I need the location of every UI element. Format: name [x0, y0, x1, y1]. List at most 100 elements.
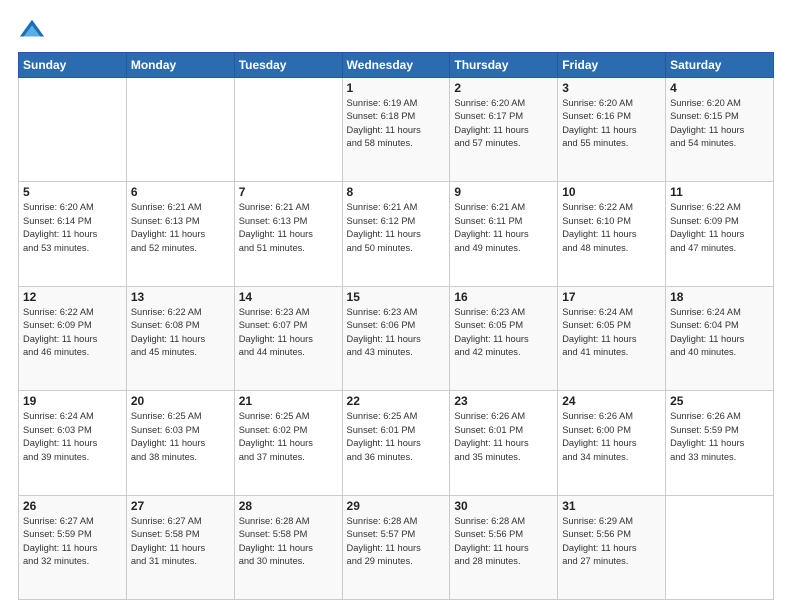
calendar-cell: 12 Sunrise: 6:22 AM Sunset: 6:09 PM Dayli… — [19, 286, 127, 390]
calendar-cell: 28 Sunrise: 6:28 AM Sunset: 5:58 PM Dayli… — [234, 495, 342, 599]
day-number: 16 — [454, 290, 553, 304]
calendar-week-row: 26 Sunrise: 6:27 AM Sunset: 5:59 PM Dayli… — [19, 495, 774, 599]
calendar-cell — [126, 78, 234, 182]
day-info: Sunrise: 6:20 AM Sunset: 6:17 PM Dayligh… — [454, 97, 553, 151]
day-info: Sunrise: 6:23 AM Sunset: 6:05 PM Dayligh… — [454, 306, 553, 360]
day-info: Sunrise: 6:23 AM Sunset: 6:06 PM Dayligh… — [347, 306, 446, 360]
day-info: Sunrise: 6:21 AM Sunset: 6:11 PM Dayligh… — [454, 201, 553, 255]
day-number: 10 — [562, 185, 661, 199]
day-info: Sunrise: 6:26 AM Sunset: 6:00 PM Dayligh… — [562, 410, 661, 464]
day-number: 23 — [454, 394, 553, 408]
day-info: Sunrise: 6:25 AM Sunset: 6:03 PM Dayligh… — [131, 410, 230, 464]
day-number: 12 — [23, 290, 122, 304]
calendar-cell — [234, 78, 342, 182]
day-number: 18 — [670, 290, 769, 304]
calendar-cell: 21Sunrise: 6:25 AM Sunset: 6:02 PM Dayli… — [234, 391, 342, 495]
calendar-table: SundayMondayTuesdayWednesdayThursdayFrid… — [18, 52, 774, 600]
day-info: Sunrise: 6:20 AM Sunset: 6:14 PM Dayligh… — [23, 201, 122, 255]
day-number: 4 — [670, 81, 769, 95]
calendar-week-row: 5 Sunrise: 6:20 AM Sunset: 6:14 PM Daylig… — [19, 182, 774, 286]
day-info: Sunrise: 6:20 AM Sunset: 6:15 PM Dayligh… — [670, 97, 769, 151]
day-info: Sunrise: 6:21 AM Sunset: 6:13 PM Dayligh… — [239, 201, 338, 255]
day-number: 1 — [347, 81, 446, 95]
weekday-header: Thursday — [450, 53, 558, 78]
day-number: 25 — [670, 394, 769, 408]
calendar-cell: 19 Sunrise: 6:24 AM Sunset: 6:03 PM Dayli… — [19, 391, 127, 495]
day-info: Sunrise: 6:25 AM Sunset: 6:01 PM Dayligh… — [347, 410, 446, 464]
day-info: Sunrise: 6:20 AM Sunset: 6:16 PM Dayligh… — [562, 97, 661, 151]
calendar-cell: 26 Sunrise: 6:27 AM Sunset: 5:59 PM Dayli… — [19, 495, 127, 599]
calendar-cell: 10 Sunrise: 6:22 AM Sunset: 6:10 PM Dayli… — [558, 182, 666, 286]
calendar-cell: 30Sunrise: 6:28 AM Sunset: 5:56 PM Dayli… — [450, 495, 558, 599]
calendar-cell: 2 Sunrise: 6:20 AM Sunset: 6:17 PM Daylig… — [450, 78, 558, 182]
header — [18, 16, 774, 44]
day-number: 22 — [347, 394, 446, 408]
day-number: 14 — [239, 290, 338, 304]
day-info: Sunrise: 6:22 AM Sunset: 6:10 PM Dayligh… — [562, 201, 661, 255]
day-info: Sunrise: 6:22 AM Sunset: 6:09 PM Dayligh… — [23, 306, 122, 360]
weekday-header: Monday — [126, 53, 234, 78]
day-info: Sunrise: 6:28 AM Sunset: 5:57 PM Dayligh… — [347, 515, 446, 569]
calendar-cell: 4 Sunrise: 6:20 AM Sunset: 6:15 PM Daylig… — [666, 78, 774, 182]
weekday-header: Saturday — [666, 53, 774, 78]
calendar-cell: 3 Sunrise: 6:20 AM Sunset: 6:16 PM Daylig… — [558, 78, 666, 182]
calendar-cell: 18 Sunrise: 6:24 AM Sunset: 6:04 PM Dayli… — [666, 286, 774, 390]
calendar-cell: 14 Sunrise: 6:23 AM Sunset: 6:07 PM Dayli… — [234, 286, 342, 390]
day-number: 29 — [347, 499, 446, 513]
day-number: 13 — [131, 290, 230, 304]
calendar-cell: 15 Sunrise: 6:23 AM Sunset: 6:06 PM Dayli… — [342, 286, 450, 390]
calendar-cell: 6 Sunrise: 6:21 AM Sunset: 6:13 PM Daylig… — [126, 182, 234, 286]
day-info: Sunrise: 6:22 AM Sunset: 6:09 PM Dayligh… — [670, 201, 769, 255]
day-number: 5 — [23, 185, 122, 199]
day-info: Sunrise: 6:23 AM Sunset: 6:07 PM Dayligh… — [239, 306, 338, 360]
calendar-cell: 13Sunrise: 6:22 AM Sunset: 6:08 PM Dayli… — [126, 286, 234, 390]
calendar-cell: 31 Sunrise: 6:29 AM Sunset: 5:56 PM Dayli… — [558, 495, 666, 599]
day-info: Sunrise: 6:19 AM Sunset: 6:18 PM Dayligh… — [347, 97, 446, 151]
day-number: 17 — [562, 290, 661, 304]
day-number: 2 — [454, 81, 553, 95]
day-number: 15 — [347, 290, 446, 304]
day-info: Sunrise: 6:27 AM Sunset: 5:58 PM Dayligh… — [131, 515, 230, 569]
calendar-cell: 27 Sunrise: 6:27 AM Sunset: 5:58 PM Dayli… — [126, 495, 234, 599]
day-number: 6 — [131, 185, 230, 199]
calendar-cell — [666, 495, 774, 599]
day-info: Sunrise: 6:27 AM Sunset: 5:59 PM Dayligh… — [23, 515, 122, 569]
day-info: Sunrise: 6:28 AM Sunset: 5:58 PM Dayligh… — [239, 515, 338, 569]
day-info: Sunrise: 6:26 AM Sunset: 5:59 PM Dayligh… — [670, 410, 769, 464]
weekday-header: Sunday — [19, 53, 127, 78]
day-number: 8 — [347, 185, 446, 199]
weekday-header: Tuesday — [234, 53, 342, 78]
day-number: 3 — [562, 81, 661, 95]
day-number: 27 — [131, 499, 230, 513]
calendar-week-row: 19 Sunrise: 6:24 AM Sunset: 6:03 PM Dayli… — [19, 391, 774, 495]
day-number: 11 — [670, 185, 769, 199]
weekday-header: Wednesday — [342, 53, 450, 78]
day-info: Sunrise: 6:21 AM Sunset: 6:12 PM Dayligh… — [347, 201, 446, 255]
logo — [18, 16, 48, 44]
calendar-cell: 22 Sunrise: 6:25 AM Sunset: 6:01 PM Dayli… — [342, 391, 450, 495]
calendar-cell: 25 Sunrise: 6:26 AM Sunset: 5:59 PM Dayli… — [666, 391, 774, 495]
day-info: Sunrise: 6:21 AM Sunset: 6:13 PM Dayligh… — [131, 201, 230, 255]
calendar-week-row: 12 Sunrise: 6:22 AM Sunset: 6:09 PM Dayli… — [19, 286, 774, 390]
calendar-cell: 11 Sunrise: 6:22 AM Sunset: 6:09 PM Dayli… — [666, 182, 774, 286]
day-info: Sunrise: 6:24 AM Sunset: 6:05 PM Dayligh… — [562, 306, 661, 360]
weekday-header: Friday — [558, 53, 666, 78]
calendar-cell: 29 Sunrise: 6:28 AM Sunset: 5:57 PM Dayli… — [342, 495, 450, 599]
calendar-week-row: 1 Sunrise: 6:19 AM Sunset: 6:18 PM Daylig… — [19, 78, 774, 182]
day-info: Sunrise: 6:26 AM Sunset: 6:01 PM Dayligh… — [454, 410, 553, 464]
day-info: Sunrise: 6:29 AM Sunset: 5:56 PM Dayligh… — [562, 515, 661, 569]
calendar-cell: 16 Sunrise: 6:23 AM Sunset: 6:05 PM Dayli… — [450, 286, 558, 390]
calendar-cell: 20 Sunrise: 6:25 AM Sunset: 6:03 PM Dayli… — [126, 391, 234, 495]
day-number: 31 — [562, 499, 661, 513]
day-number: 28 — [239, 499, 338, 513]
calendar-cell: 17 Sunrise: 6:24 AM Sunset: 6:05 PM Dayli… — [558, 286, 666, 390]
day-number: 24 — [562, 394, 661, 408]
day-info: Sunrise: 6:24 AM Sunset: 6:04 PM Dayligh… — [670, 306, 769, 360]
calendar-cell: 7Sunrise: 6:21 AM Sunset: 6:13 PM Daylig… — [234, 182, 342, 286]
calendar-cell: 9Sunrise: 6:21 AM Sunset: 6:11 PM Daylig… — [450, 182, 558, 286]
calendar-cell: 1 Sunrise: 6:19 AM Sunset: 6:18 PM Daylig… — [342, 78, 450, 182]
day-info: Sunrise: 6:24 AM Sunset: 6:03 PM Dayligh… — [23, 410, 122, 464]
day-number: 26 — [23, 499, 122, 513]
day-number: 19 — [23, 394, 122, 408]
day-number: 20 — [131, 394, 230, 408]
